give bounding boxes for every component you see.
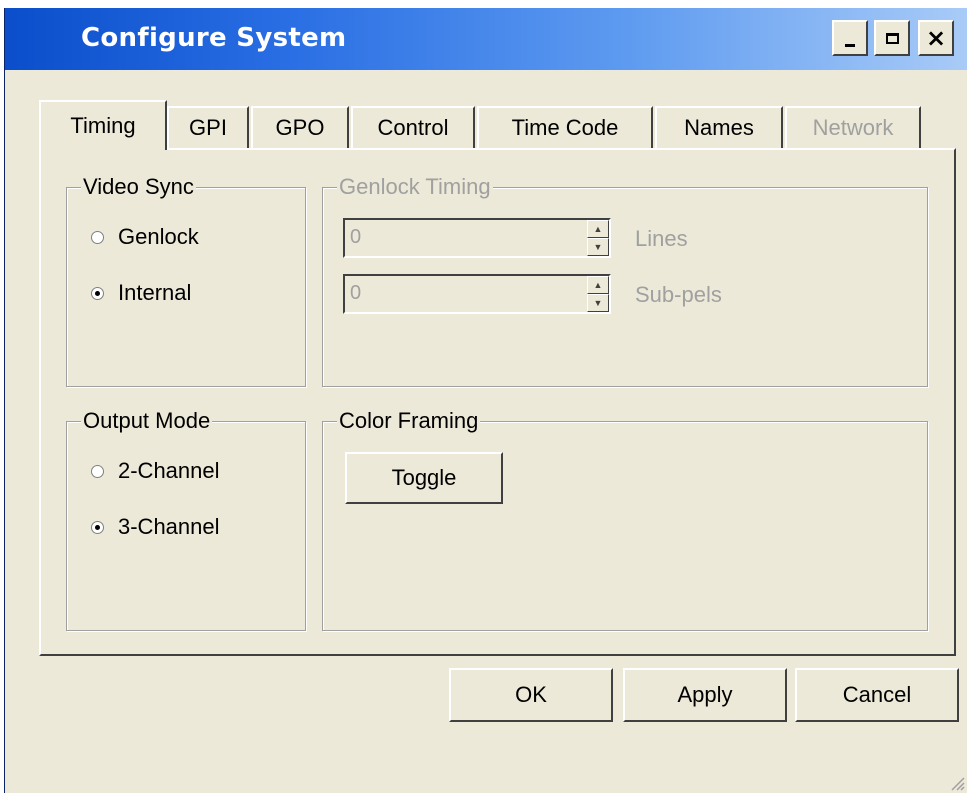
apply-button-label: Apply xyxy=(677,682,733,707)
tab-timing[interactable]: Timing xyxy=(39,100,167,150)
output-mode-group: Output Mode 2-Channel 3-Channel xyxy=(66,408,306,631)
lines-unit-label: Lines xyxy=(635,226,688,251)
minimize-button[interactable] xyxy=(832,20,868,56)
tab-network[interactable]: Network xyxy=(785,106,921,148)
tab-timing-label: Timing xyxy=(70,113,136,138)
radio-selected-dot xyxy=(95,290,100,296)
radio-3-channel[interactable]: 3-Channel xyxy=(91,514,220,540)
radio-3-channel-indicator xyxy=(91,520,104,534)
apply-button[interactable]: Apply xyxy=(623,668,787,722)
toggle-button-label: Toggle xyxy=(391,465,457,490)
color-framing-legend: Color Framing xyxy=(337,408,481,434)
window-title: Configure System xyxy=(81,23,347,53)
subpels-unit-label: Sub-pels xyxy=(635,282,722,307)
radio-3-channel-label: 3-Channel xyxy=(118,514,220,539)
tab-control-label: Control xyxy=(377,115,449,140)
radio-2-channel-indicator xyxy=(91,464,104,478)
tab-time-code-label: Time Code xyxy=(511,115,619,140)
radio-2-channel-label: 2-Channel xyxy=(118,458,220,483)
radio-internal[interactable]: Internal xyxy=(91,280,191,306)
cancel-button-label: Cancel xyxy=(842,682,912,707)
radio-genlock[interactable]: Genlock xyxy=(91,224,199,250)
tab-names-label: Names xyxy=(684,115,754,140)
tab-gpo-label: GPO xyxy=(275,115,325,140)
color-framing-group: Color Framing Toggle xyxy=(322,408,928,631)
subpels-spinner-arrows[interactable]: ▲ ▼ xyxy=(587,276,609,312)
radio-internal-indicator xyxy=(91,286,104,300)
tab-gpi[interactable]: GPI xyxy=(167,106,249,148)
lines-spinner[interactable]: 0 ▲ ▼ xyxy=(343,218,611,258)
spin-down-icon[interactable]: ▼ xyxy=(587,238,609,256)
resize-grip-icon[interactable] xyxy=(949,775,965,791)
genlock-timing-group: Genlock Timing 0 ▲ ▼ Lines 0 ▲ ▼ Sub-pel… xyxy=(322,174,928,387)
tab-time-code[interactable]: Time Code xyxy=(477,106,653,148)
cancel-button[interactable]: Cancel xyxy=(795,668,959,722)
minimize-icon xyxy=(845,43,855,47)
lines-value: 0 xyxy=(350,226,362,248)
spin-down-icon[interactable]: ▼ xyxy=(587,294,609,312)
genlock-timing-legend: Genlock Timing xyxy=(337,174,493,200)
radio-internal-label: Internal xyxy=(118,280,192,305)
close-icon: × xyxy=(925,24,947,52)
radio-genlock-indicator xyxy=(91,230,104,244)
subpels-value: 0 xyxy=(350,282,362,304)
video-sync-legend: Video Sync xyxy=(81,174,196,200)
toggle-button[interactable]: Toggle xyxy=(345,452,503,504)
lines-spinner-arrows[interactable]: ▲ ▼ xyxy=(587,220,609,256)
timing-tab-panel: Video Sync Genlock Internal Genlock Timi… xyxy=(39,148,956,656)
radio-selected-dot xyxy=(95,524,100,530)
tab-names[interactable]: Names xyxy=(655,106,783,148)
radio-2-channel[interactable]: 2-Channel xyxy=(91,458,220,484)
close-button[interactable]: × xyxy=(918,20,954,56)
ok-button-label: OK xyxy=(515,682,547,707)
tab-control[interactable]: Control xyxy=(351,106,475,148)
maximize-button[interactable] xyxy=(874,20,910,56)
tab-gpo[interactable]: GPO xyxy=(251,106,349,148)
spin-up-icon[interactable]: ▲ xyxy=(587,276,609,294)
ok-button[interactable]: OK xyxy=(449,668,613,722)
radio-genlock-label: Genlock xyxy=(118,224,199,249)
subpels-spinner[interactable]: 0 ▲ ▼ xyxy=(343,274,611,314)
title-bar[interactable]: Configure System × xyxy=(5,8,967,70)
tab-network-label: Network xyxy=(812,115,894,140)
output-mode-legend: Output Mode xyxy=(81,408,213,434)
video-sync-group: Video Sync Genlock Internal xyxy=(66,174,306,387)
tab-gpi-label: GPI xyxy=(189,115,227,140)
configure-system-window: Configure System × Timing GPI GPO Contro… xyxy=(4,8,967,793)
spin-up-icon[interactable]: ▲ xyxy=(587,220,609,238)
maximize-icon xyxy=(885,32,899,44)
